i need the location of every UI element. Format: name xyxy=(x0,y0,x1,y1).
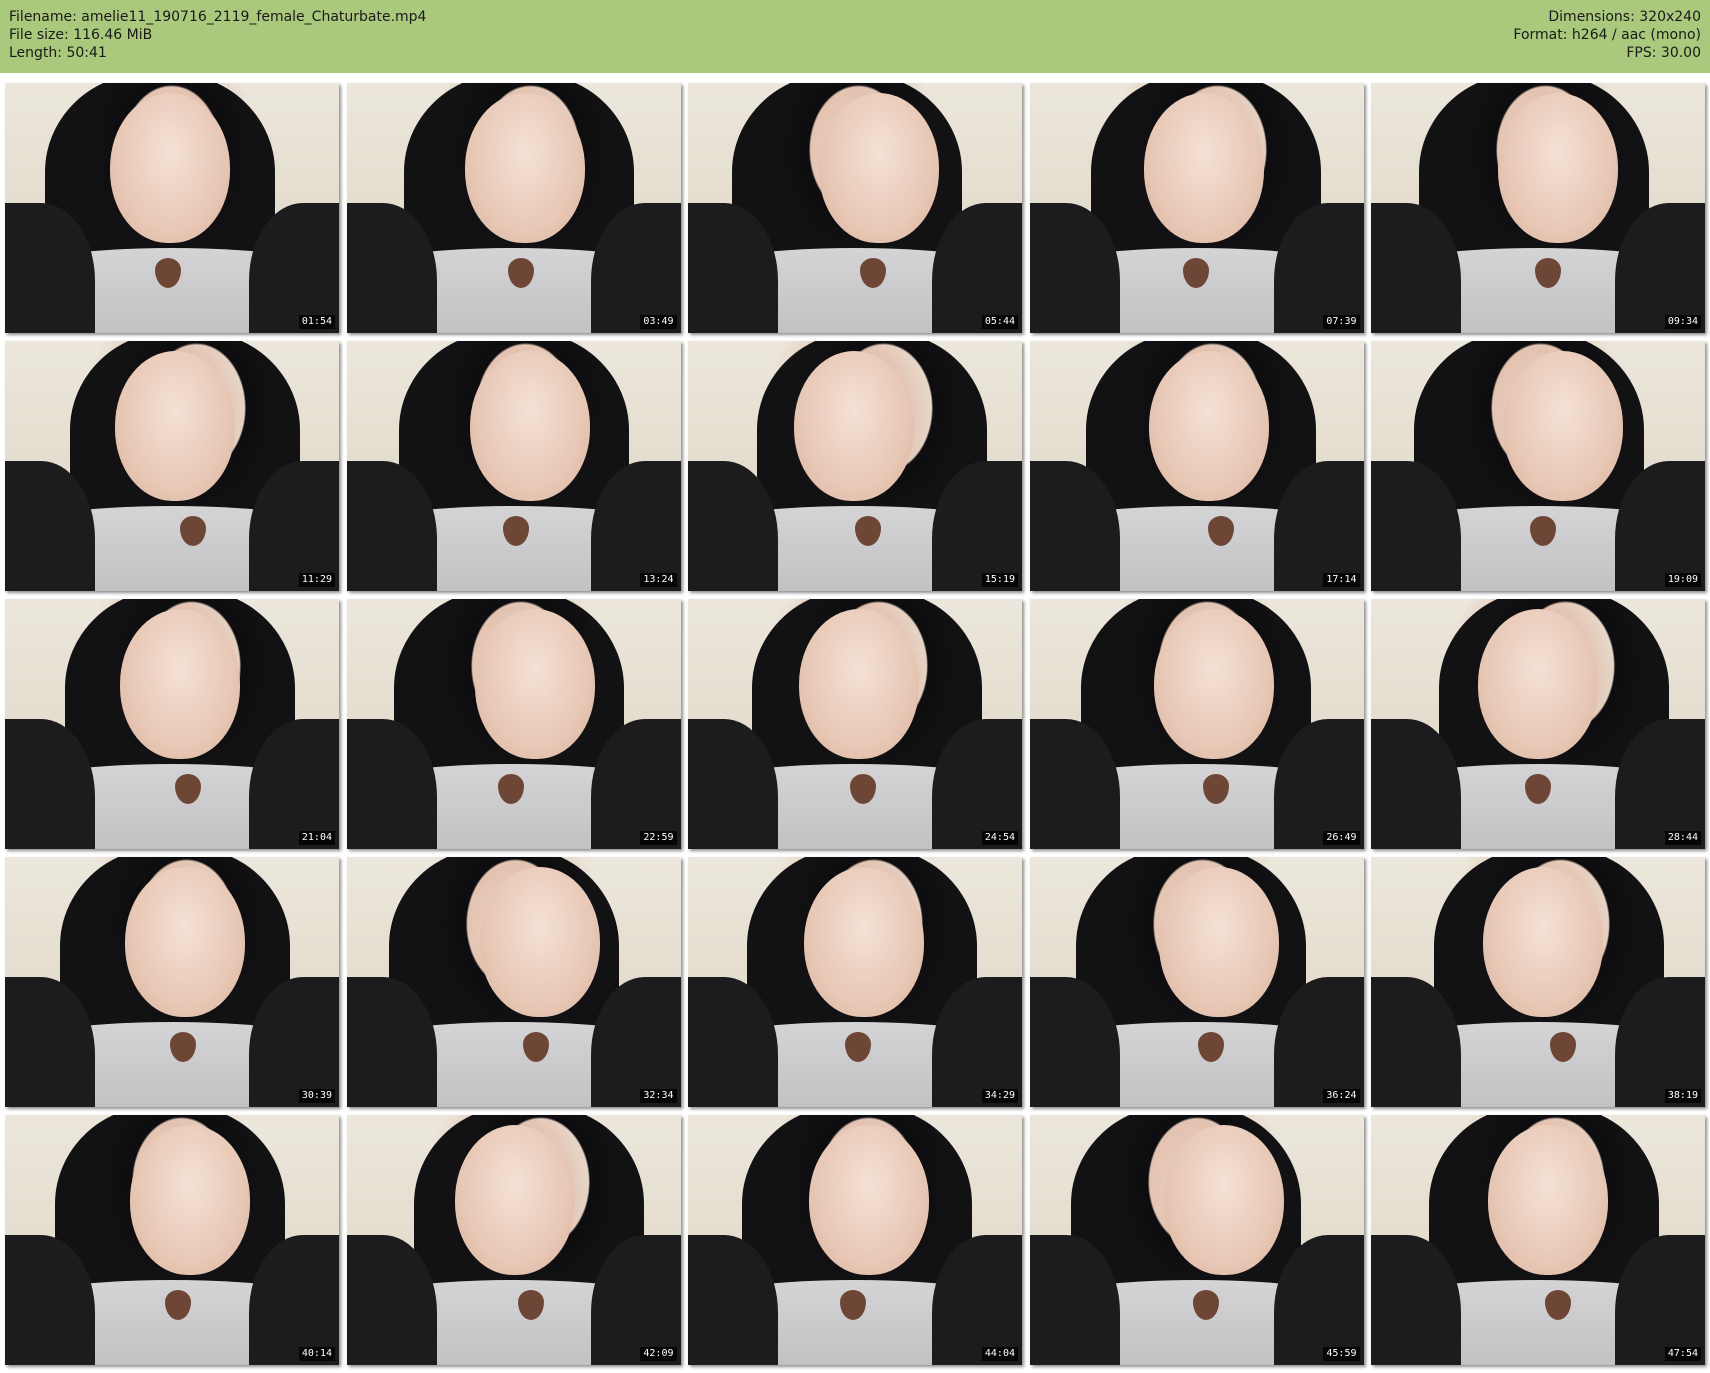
timestamp-label: 32:34 xyxy=(640,1089,677,1103)
timestamp-label: 05:44 xyxy=(981,315,1018,329)
timestamp-label: 47:54 xyxy=(1664,1347,1701,1361)
timestamp-label: 11:29 xyxy=(298,573,335,587)
timestamp-label: 09:34 xyxy=(1664,315,1701,329)
timestamp-label: 44:04 xyxy=(981,1347,1018,1361)
timestamp-label: 30:39 xyxy=(298,1089,335,1103)
video-thumbnail: 05:44 xyxy=(688,83,1022,333)
frame-image-face xyxy=(1483,867,1603,1017)
video-thumbnail: 22:59 xyxy=(346,599,681,849)
frame-image-face xyxy=(1488,1125,1608,1275)
video-thumbnail: 36:24 xyxy=(1029,857,1364,1107)
format-text: Format: h264 / aac (mono) xyxy=(1513,27,1701,43)
timestamp-label: 07:39 xyxy=(1323,315,1360,329)
frame-image-face xyxy=(474,609,595,759)
timestamp-label: 45:59 xyxy=(1323,1347,1360,1361)
video-thumbnail: 28:44 xyxy=(1371,599,1705,849)
timestamp-label: 19:09 xyxy=(1664,573,1701,587)
frame-image-face xyxy=(130,1125,250,1275)
timestamp-label: 22:59 xyxy=(640,831,677,845)
frame-image-face xyxy=(479,867,600,1017)
timestamp-label: 40:14 xyxy=(298,1347,335,1361)
video-thumbnail: 15:19 xyxy=(688,341,1022,591)
filesize-text: File size: 116.46 MiB xyxy=(9,27,153,43)
timestamp-label: 34:29 xyxy=(981,1089,1018,1103)
frame-image-face xyxy=(799,609,919,759)
length-text: Length: 50:41 xyxy=(9,45,107,61)
timestamp-label: 28:44 xyxy=(1664,831,1701,845)
timestamp-label: 17:14 xyxy=(1323,573,1360,587)
timestamp-label: 42:09 xyxy=(640,1347,677,1361)
video-thumbnail: 13:24 xyxy=(346,341,681,591)
fps-text: FPS: 30.00 xyxy=(1626,45,1701,61)
video-thumbnail: 38:19 xyxy=(1371,857,1705,1107)
frame-image-face xyxy=(1498,93,1618,243)
filename-text: Filename: amelie11_190716_2119_female_Ch… xyxy=(9,9,427,25)
frame-image-face xyxy=(1478,609,1598,759)
timestamp-label: 36:24 xyxy=(1323,1089,1360,1103)
video-thumbnail: 45:59 xyxy=(1029,1115,1364,1365)
video-thumbnail: 47:54 xyxy=(1371,1115,1705,1365)
frame-image-face xyxy=(1163,1125,1284,1275)
video-thumbnail: 21:04 xyxy=(5,599,339,849)
video-thumbnail: 03:49 xyxy=(346,83,681,333)
frame-image-face xyxy=(110,93,230,243)
video-thumbnail: 32:34 xyxy=(346,857,681,1107)
video-thumbnail: 44:04 xyxy=(688,1115,1022,1365)
frame-image-face xyxy=(819,93,939,243)
video-thumbnail: 09:34 xyxy=(1371,83,1705,333)
frame-image-face xyxy=(1158,867,1279,1017)
frame-image-face xyxy=(1148,351,1269,501)
timestamp-label: 21:04 xyxy=(298,831,335,845)
video-thumbnail: 19:09 xyxy=(1371,341,1705,591)
timestamp-label: 15:19 xyxy=(981,573,1018,587)
file-info-left: Filename: amelie11_190716_2119_female_Ch… xyxy=(9,8,426,62)
frame-image-face xyxy=(125,867,245,1017)
frame-image-face xyxy=(1503,351,1623,501)
video-thumbnail: 26:49 xyxy=(1029,599,1364,849)
dimensions-text: Dimensions: 320x240 xyxy=(1548,9,1701,25)
frame-image-face xyxy=(809,1125,929,1275)
video-thumbnail: 40:14 xyxy=(5,1115,339,1365)
frame-image-face xyxy=(1143,93,1264,243)
timestamp-label: 26:49 xyxy=(1323,831,1360,845)
timestamp-label: 38:19 xyxy=(1664,1089,1701,1103)
timestamp-label: 01:54 xyxy=(298,315,335,329)
timestamp-label: 03:49 xyxy=(640,315,677,329)
video-thumbnail: 07:39 xyxy=(1029,83,1364,333)
video-thumbnail: 42:09 xyxy=(346,1115,681,1365)
frame-image-face xyxy=(794,351,914,501)
video-thumbnail: 30:39 xyxy=(5,857,339,1107)
info-header: Filename: amelie11_190716_2119_female_Ch… xyxy=(0,0,1710,73)
frame-image-face xyxy=(120,609,240,759)
frame-image-face xyxy=(469,351,590,501)
video-thumbnail: 01:54 xyxy=(5,83,339,333)
frame-image-face xyxy=(115,351,235,501)
timestamp-label: 24:54 xyxy=(981,831,1018,845)
video-thumbnail: 34:29 xyxy=(688,857,1022,1107)
frame-image-face xyxy=(1153,609,1274,759)
video-thumbnail: 24:54 xyxy=(688,599,1022,849)
frame-image-face xyxy=(804,867,924,1017)
timestamp-label: 13:24 xyxy=(640,573,677,587)
file-info-right: Dimensions: 320x240 Format: h264 / aac (… xyxy=(1513,8,1701,62)
frame-image-face xyxy=(464,93,585,243)
thumbnail-grid: 01:54 03:49 05:44 07:39 09:34 11:29 13:24 15:19… xyxy=(5,83,1707,1371)
video-thumbnail: 17:14 xyxy=(1029,341,1364,591)
frame-image-face xyxy=(454,1125,575,1275)
video-thumbnail: 11:29 xyxy=(5,341,339,591)
